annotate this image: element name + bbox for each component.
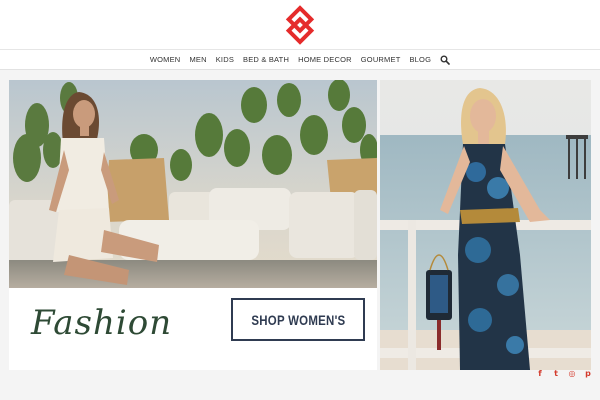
shop-womens-button[interactable]: SHOP WOMEN'S	[231, 298, 365, 341]
fashion-script-title: Fashion	[31, 303, 173, 343]
facebook-icon[interactable]: f	[535, 368, 545, 378]
nav-item-kids[interactable]: KIDS	[216, 55, 234, 64]
nav-item-home-decor[interactable]: HOME DECOR	[298, 55, 352, 64]
shop-womens-label: SHOP WOMEN'S	[250, 311, 346, 328]
nav-item-gourmet[interactable]: GOURMET	[361, 55, 401, 64]
nav-item-bed-bath[interactable]: BED & BATH	[243, 55, 289, 64]
fashion-scene-image	[9, 80, 377, 288]
nav-item-blog[interactable]: BLOG	[409, 55, 431, 64]
brand-logo[interactable]	[278, 5, 322, 45]
site-header	[0, 0, 600, 50]
main-nav: WOMEN MEN KIDS BED & BATH HOME DECOR GOU…	[0, 50, 600, 70]
search-icon[interactable]	[440, 55, 450, 65]
fashion-photo	[9, 80, 377, 288]
beach-model-image	[380, 80, 591, 370]
social-links: f t ◎ p	[535, 368, 593, 378]
twitter-icon[interactable]: t	[551, 368, 561, 378]
instagram-icon[interactable]: ◎	[567, 368, 577, 378]
banner-caption: Fashion SHOP WOMEN'S	[9, 288, 377, 370]
women-fashion-banner[interactable]: Fashion SHOP WOMEN'S	[9, 80, 377, 370]
nav-item-women[interactable]: WOMEN	[150, 55, 181, 64]
pinterest-icon[interactable]: p	[583, 368, 593, 378]
page: WOMEN MEN KIDS BED & BATH HOME DECOR GOU…	[0, 0, 600, 400]
nav-item-men[interactable]: MEN	[189, 55, 206, 64]
beach-fashion-banner[interactable]	[380, 80, 591, 370]
